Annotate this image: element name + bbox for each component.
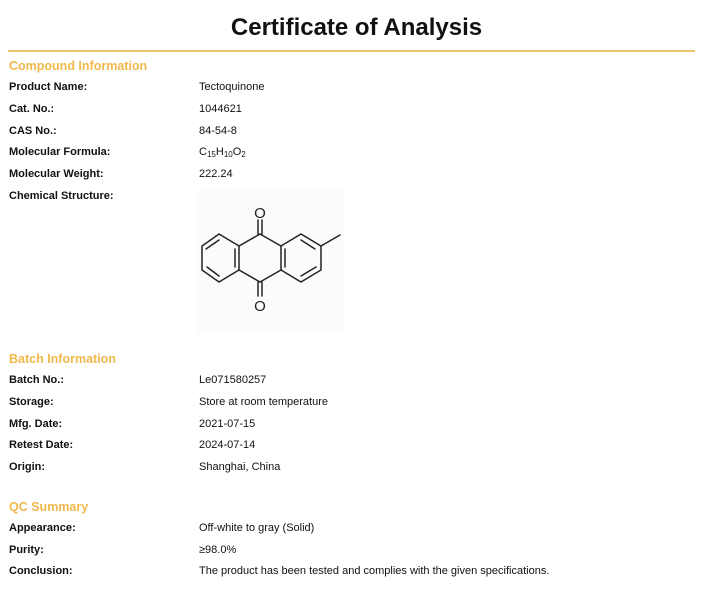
storage-label: Storage: bbox=[9, 396, 54, 408]
product-name-label: Product Name: bbox=[9, 81, 88, 93]
appearance-value: Off-white to gray (Solid) bbox=[199, 522, 315, 534]
chemical-structure-label: Chemical Structure: bbox=[9, 190, 114, 202]
batch-section-heading: Batch Information bbox=[9, 352, 116, 366]
compound-section-heading: Compound Information bbox=[9, 59, 148, 73]
origin-value: Shanghai, China bbox=[199, 461, 281, 473]
molecular-formula-label: Molecular Formula: bbox=[9, 146, 111, 158]
appearance-label: Appearance: bbox=[9, 522, 76, 534]
oxygen-atom-bottom: O bbox=[254, 298, 266, 315]
molecular-formula-value: C15H10O2 bbox=[199, 146, 246, 159]
batch-no-value: Le071580257 bbox=[199, 374, 267, 386]
conclusion-value: The product has been tested and complies… bbox=[199, 565, 550, 577]
title-divider bbox=[8, 50, 695, 52]
formula-count-h: 10 bbox=[223, 150, 233, 159]
formula-count-o: 2 bbox=[241, 150, 246, 159]
cas-no-label: CAS No.: bbox=[9, 125, 57, 137]
formula-element-c: C bbox=[199, 146, 207, 158]
chemical-structure-image: O O bbox=[197, 190, 343, 332]
oxygen-atom-top: O bbox=[254, 205, 266, 222]
mfg-date-label: Mfg. Date: bbox=[9, 418, 63, 430]
storage-value: Store at room temperature bbox=[199, 396, 329, 408]
retest-date-value: 2024-07-14 bbox=[199, 439, 256, 451]
document-title: Certificate of Analysis bbox=[230, 14, 483, 41]
anthraquinone-structure-diagram: O O bbox=[201, 205, 341, 315]
formula-count-c: 15 bbox=[206, 150, 216, 159]
cat-no-label: Cat. No.: bbox=[9, 103, 55, 115]
origin-label: Origin: bbox=[9, 461, 46, 473]
batch-no-label: Batch No.: bbox=[9, 374, 64, 386]
cas-no-value: 84-54-8 bbox=[199, 125, 237, 137]
molecular-weight-value: 222.24 bbox=[199, 168, 233, 180]
purity-label: Purity: bbox=[9, 544, 44, 556]
retest-date-label: Retest Date: bbox=[9, 439, 74, 451]
purity-value: ≥98.0% bbox=[199, 544, 237, 556]
qc-section-heading: QC Summary bbox=[9, 500, 89, 514]
molecular-weight-label: Molecular Weight: bbox=[9, 168, 104, 180]
formula-element-h: H bbox=[215, 146, 224, 158]
mfg-date-value: 2021-07-15 bbox=[199, 418, 256, 430]
formula-element-o: O bbox=[232, 146, 242, 158]
conclusion-label: Conclusion: bbox=[9, 565, 73, 577]
product-name-value: Tectoquinone bbox=[199, 81, 265, 93]
cat-no-value: 1044621 bbox=[199, 103, 242, 115]
